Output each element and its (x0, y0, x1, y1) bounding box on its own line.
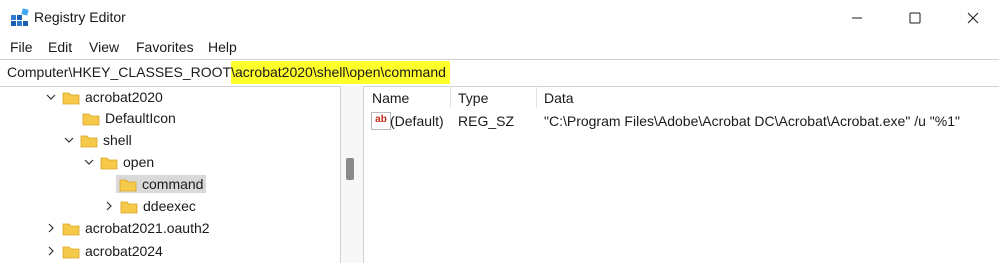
tree-item-label: open (123, 154, 155, 170)
column-header-data[interactable]: Data (544, 90, 574, 106)
scrollbar-thumb[interactable] (346, 158, 354, 180)
tree-item-acrobat2024[interactable]: acrobat2024 (44, 240, 163, 262)
tree-item-label: shell (103, 132, 132, 148)
address-prefix: Computer\HKEY_CLASSES_ROOT (7, 64, 232, 80)
chevron-down-icon[interactable] (44, 90, 58, 104)
menu-view[interactable]: View (89, 39, 119, 55)
column-header-type[interactable]: Type (458, 90, 488, 106)
address-path: Computer\HKEY_CLASSES_ROOT\acrobat2020\s… (7, 61, 450, 84)
key-tree: acrobat2020 DefaultIcon shell open comma… (0, 86, 341, 263)
address-bar[interactable]: Computer\HKEY_CLASSES_ROOT\acrobat2020\s… (0, 59, 999, 87)
chevron-right-icon[interactable] (102, 199, 116, 213)
maximize-button[interactable] (892, 0, 938, 36)
column-divider[interactable] (450, 86, 451, 108)
column-divider[interactable] (536, 86, 537, 108)
tree-scrollbar[interactable] (341, 86, 364, 263)
folder-icon (62, 223, 80, 235)
folder-icon (120, 201, 138, 213)
registry-editor-icon (11, 8, 29, 26)
minimize-icon (852, 17, 862, 19)
folder-icon (100, 157, 118, 169)
folder-icon (62, 92, 80, 104)
chevron-down-icon[interactable] (62, 133, 76, 147)
folder-icon (119, 179, 137, 191)
close-icon (967, 12, 979, 24)
menu-file[interactable]: File (10, 39, 33, 55)
menu-help[interactable]: Help (208, 39, 237, 55)
window-title: Registry Editor (34, 9, 126, 25)
chevron-down-icon[interactable] (82, 155, 96, 169)
value-data: "C:\Program Files\Adobe\Acrobat DC\Acrob… (544, 113, 960, 129)
folder-icon (62, 246, 80, 258)
maximize-icon (909, 12, 921, 24)
tree-item-shell[interactable]: shell (62, 129, 132, 151)
tree-item-ddeexec[interactable]: ddeexec (102, 195, 196, 217)
close-button[interactable] (950, 0, 996, 36)
tree-item-label: command (142, 176, 204, 192)
tree-item-open[interactable]: open (82, 151, 154, 173)
tree-item-label: DefaultIcon (105, 110, 176, 126)
value-type: REG_SZ (458, 113, 515, 129)
tree-item-acrobat2020[interactable]: acrobat2020 (44, 86, 163, 108)
tree-item-defaulticon[interactable]: DefaultIcon (82, 107, 176, 129)
folder-icon (80, 135, 98, 147)
selected-item: command (116, 175, 207, 193)
tree-item-label: acrobat2021.oauth2 (85, 220, 210, 236)
title-bar: Registry Editor (0, 0, 999, 36)
tree-item-command[interactable]: command (116, 173, 207, 195)
column-header-name[interactable]: Name (372, 90, 409, 106)
folder-icon (82, 113, 100, 125)
chevron-right-icon[interactable] (44, 221, 58, 235)
tree-item-label: acrobat2024 (85, 243, 163, 259)
string-value-icon: ab (371, 112, 391, 130)
menu-edit[interactable]: Edit (48, 39, 72, 55)
address-highlight: \acrobat2020\shell\open\command (231, 61, 450, 84)
minimize-button[interactable] (834, 0, 880, 36)
menu-favorites[interactable]: Favorites (136, 39, 194, 55)
tree-item-label: acrobat2020 (85, 89, 163, 105)
value-name: (Default) (390, 113, 444, 129)
values-list: Name Type Data ab (Default) REG_SZ "C:\P… (364, 86, 999, 263)
tree-item-acrobat2021-oauth2[interactable]: acrobat2021.oauth2 (44, 217, 210, 239)
menu-bar: File Edit View Favorites Help (0, 37, 999, 57)
tree-item-label: ddeexec (143, 198, 196, 214)
chevron-right-icon[interactable] (44, 244, 58, 258)
